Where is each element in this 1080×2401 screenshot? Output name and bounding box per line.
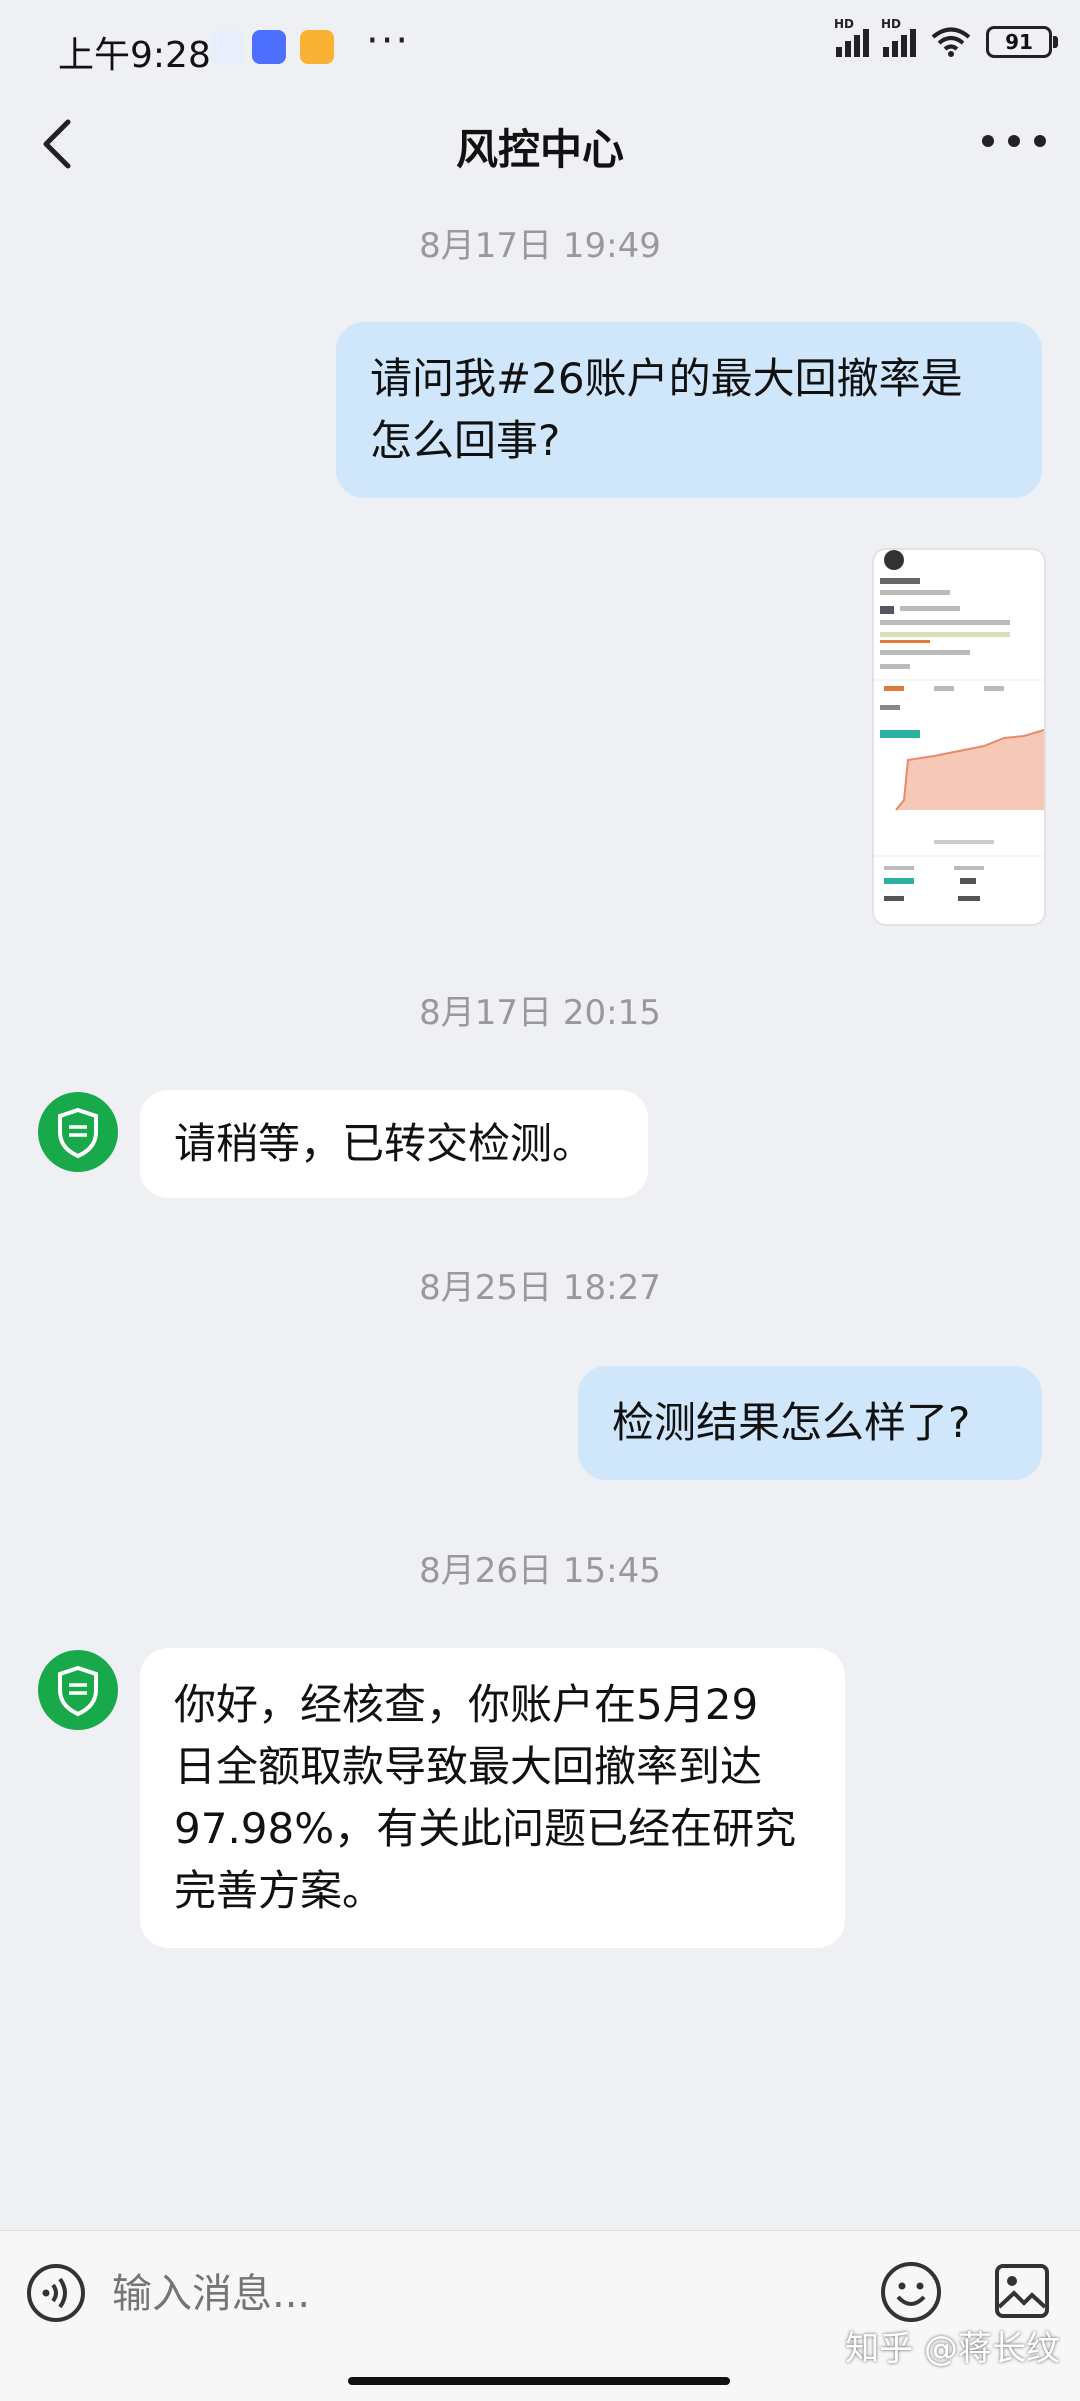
- message-text-line: 检测结果怎么样了?: [612, 1398, 971, 1447]
- battery-icon: 91: [986, 26, 1058, 58]
- wifi-icon: [931, 27, 971, 57]
- message-input[interactable]: [110, 2261, 834, 2327]
- timestamp: 8月17日 20:15: [419, 993, 661, 1033]
- home-indicator[interactable]: [348, 2377, 730, 2385]
- user-message-bubble[interactable]: 请问我#26账户的最大回撤率是 怎么回事?: [336, 322, 1042, 498]
- message-text-line: 怎么回事?: [370, 416, 561, 465]
- message-text-line: 完善方案。: [174, 1866, 385, 1915]
- message-text-line: 你好，经核查，你账户在5月29: [174, 1680, 759, 1729]
- status-time: 上午9:28: [58, 35, 211, 76]
- folder-notification-icon: [300, 30, 334, 64]
- timestamp: 8月17日 19:49: [419, 226, 661, 266]
- emoji-icon[interactable]: [880, 2261, 942, 2323]
- signal-icon: HD: [834, 17, 869, 57]
- shield-icon: [58, 1107, 98, 1159]
- thumbnail-image: [874, 550, 1044, 924]
- status-more-icon: ···: [366, 18, 411, 64]
- support-message-bubble[interactable]: 你好，经核查，你账户在5月29 日全额取款导致最大回撤率到达 97.98%，有关…: [140, 1648, 845, 1948]
- app-notification-icon: [210, 30, 244, 64]
- message-text-line: 日全额取款导致最大回撤率到达: [174, 1742, 763, 1791]
- message-text-line: 请问我#26账户的最大回撤率是: [370, 354, 963, 403]
- header-bar: 风控中心: [0, 96, 1080, 196]
- timestamp: 8月25日 18:27: [419, 1268, 661, 1308]
- browser-notification-icon: [252, 30, 286, 64]
- message-input-bar: 知乎 @蒋长纹: [0, 2230, 1080, 2401]
- shield-icon: [58, 1665, 98, 1717]
- support-avatar[interactable]: [38, 1092, 118, 1172]
- page-title: 风控中心: [455, 125, 624, 174]
- watermark: 知乎 @蒋长纹: [845, 2329, 1060, 2369]
- user-message-bubble[interactable]: 检测结果怎么样了?: [578, 1366, 1042, 1480]
- voice-input-icon[interactable]: [26, 2263, 86, 2323]
- timestamp: 8月26日 15:45: [419, 1551, 661, 1591]
- message-text-line: 请稍等，已转交检测。: [174, 1119, 595, 1168]
- support-avatar[interactable]: [38, 1650, 118, 1730]
- more-options-icon[interactable]: [978, 126, 1050, 156]
- screenshot-thumbnail[interactable]: [872, 548, 1046, 926]
- signal-icon-2: HD: [881, 17, 916, 57]
- status-bar: 上午9:28 ··· HD HD 91: [0, 0, 1080, 96]
- image-picker-icon[interactable]: [994, 2263, 1050, 2319]
- support-message-bubble[interactable]: 请稍等，已转交检测。: [140, 1090, 648, 1198]
- message-text-line: 97.98%，有关此问题已经在研究: [174, 1804, 797, 1853]
